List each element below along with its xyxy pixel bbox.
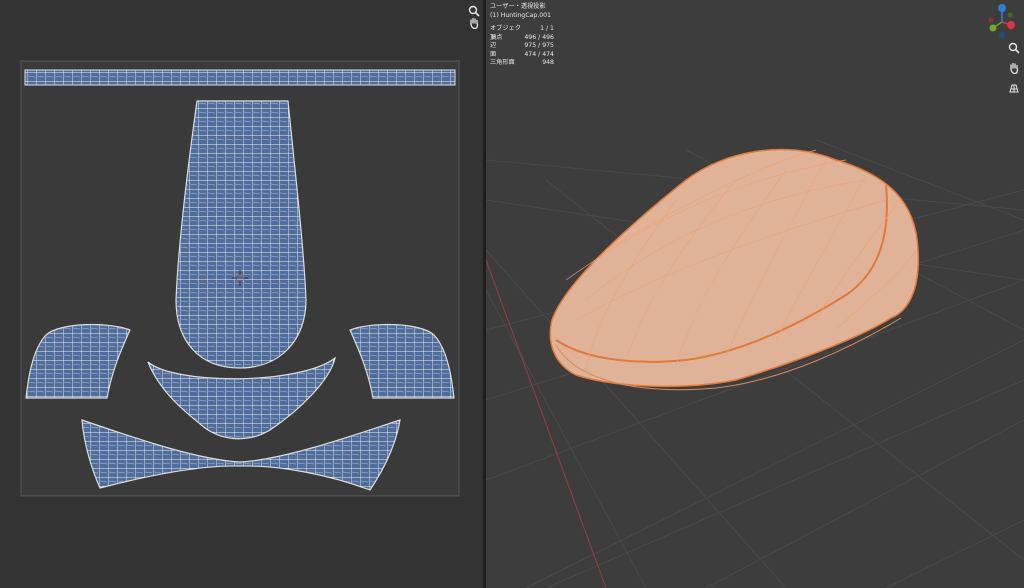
stat-row: 面 474 / 474 xyxy=(490,50,554,59)
stat-row: オブジェクト 1 / 1 xyxy=(490,24,554,41)
stat-row: 頂点 496 / 496 xyxy=(490,33,554,42)
stat-row: 辺 975 / 975 xyxy=(490,41,554,50)
hand-pan-icon[interactable] xyxy=(1006,60,1022,76)
gizmo-y-axis[interactable] xyxy=(989,24,997,32)
hand-pan-icon[interactable] xyxy=(466,15,482,31)
grid-view-icon[interactable] xyxy=(1006,80,1022,96)
stat-value: 1 / 1 xyxy=(540,25,554,32)
stat-label: 頂点 xyxy=(490,33,503,41)
uv-editor-pane[interactable] xyxy=(0,0,483,588)
stat-label: オブジェクト xyxy=(490,25,521,41)
zoom-icon[interactable] xyxy=(1006,40,1022,56)
navigation-gizmo[interactable] xyxy=(988,4,1016,38)
stat-value: 496 / 496 xyxy=(524,33,554,41)
stat-value: 474 / 474 xyxy=(524,50,554,58)
uv-island-crown[interactable] xyxy=(175,100,307,369)
hunting-cap-mesh[interactable] xyxy=(549,148,920,391)
stat-value: 948 xyxy=(542,59,554,66)
uv-canvas[interactable] xyxy=(0,0,483,588)
uv-island-band[interactable] xyxy=(24,69,456,86)
gizmo-x-axis[interactable] xyxy=(1007,21,1015,29)
stat-value: 975 / 975 xyxy=(524,42,554,49)
3d-viewport-pane[interactable]: ユーザー・透視投影 (1) HuntingCap.001 オブジェクト 1 / … xyxy=(486,0,1024,588)
viewport-canvas[interactable] xyxy=(486,0,1024,588)
stat-row: 三角形面 948 xyxy=(490,58,554,67)
gizmo-z-axis[interactable] xyxy=(998,4,1006,12)
stat-label: 辺 xyxy=(490,42,497,49)
stat-label: 面 xyxy=(490,50,497,58)
active-object-name: (1) HuntingCap.001 xyxy=(490,12,552,19)
view-name: ユーザー・透視投影 xyxy=(490,3,546,10)
viewport-text-overlay: ユーザー・透視投影 (1) HuntingCap.001 オブジェクト 1 / … xyxy=(490,2,554,67)
stat-label: 三角形面 xyxy=(490,59,515,66)
